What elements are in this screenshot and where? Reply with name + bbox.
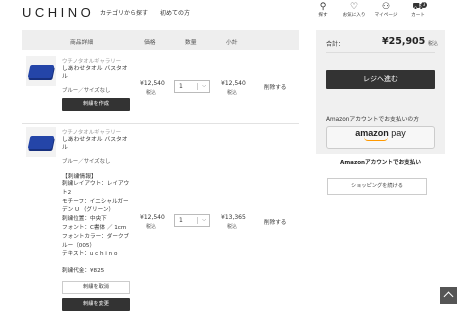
checkout-button[interactable]: レジへ進む: [326, 70, 435, 89]
item-brand[interactable]: ウチノタオルギャラリー: [62, 57, 121, 65]
item-price-tax: 税込: [146, 90, 157, 96]
nav-category[interactable]: カテゴリから探す: [100, 8, 148, 17]
cart-icon: ⛟: [412, 2, 424, 12]
create-embroidery-button[interactable]: 刺繍を作成: [62, 98, 130, 111]
amazon-pay-logo: amazon pay: [355, 128, 406, 138]
cancel-embroidery-button[interactable]: 刺繍を取消: [62, 281, 130, 294]
row-divider: [22, 123, 299, 124]
item-subtotal-tax: 税込: [227, 224, 238, 230]
summary-divider: [326, 52, 435, 53]
item-price: ¥12,540: [140, 214, 165, 221]
amazon-pay-subtext: Amazonアカウントでお支払い: [340, 160, 421, 166]
product-thumbnail[interactable]: [26, 56, 56, 86]
item-subtotal: ¥12,540: [221, 80, 246, 87]
col-price: 価格: [144, 40, 156, 46]
towel-image: [27, 136, 55, 149]
back-to-top-button[interactable]: [440, 287, 457, 304]
site-header: UCHINO カテゴリから探す 初めての方 ⚲ 探す ♡ お気に入り ⚇ マイペ…: [0, 0, 460, 25]
embroidery-fee: 刺繍代金：¥825: [62, 268, 105, 274]
amazon-pay-caption: Amazonアカウントでお支払いの方: [326, 117, 419, 123]
nav-first-time[interactable]: 初めての方: [160, 8, 190, 17]
embroidery-info-heading: 【刺繍情報】: [62, 174, 97, 180]
item-price-tax: 税込: [146, 224, 157, 230]
item-subtotal-tax: 税込: [227, 90, 238, 96]
col-qty: 数量: [185, 40, 197, 46]
quantity-select[interactable]: 1 ⌵: [174, 214, 210, 227]
col-subtotal: 小計: [226, 40, 238, 46]
change-embroidery-button[interactable]: 刺繍を変更: [62, 298, 130, 311]
total-amount: ¥25,905: [382, 36, 426, 47]
product-thumbnail[interactable]: [26, 127, 56, 157]
chevron-down-icon: ⌵: [202, 83, 206, 89]
header-cart[interactable]: ⛟ カート 3: [400, 2, 436, 19]
item-variant: ブルー／サイズなし: [62, 88, 111, 94]
total-label: 合計：: [326, 41, 345, 48]
item-name[interactable]: しあわせタオル バスタオル: [62, 65, 128, 81]
user-icon: ⚇: [381, 2, 391, 12]
chevron-down-icon: ⌵: [202, 217, 206, 223]
heart-icon: ♡: [349, 2, 359, 12]
delete-item-link[interactable]: 削除する: [264, 83, 286, 91]
delete-item-link[interactable]: 削除する: [264, 218, 286, 226]
amazon-pay-button[interactable]: amazon pay: [326, 126, 435, 149]
embroidery-details: 刺繍レイアウト：レイアウ ト2 モチーフ：イニシャルガー デン U （グリーン）…: [62, 181, 130, 258]
total-tax: 税込: [428, 41, 439, 47]
col-product: 商品詳細: [70, 40, 94, 46]
quantity-select[interactable]: 1 ⌵: [174, 80, 210, 93]
continue-shopping-button[interactable]: ショッピングを続ける: [327, 178, 427, 195]
header-mypage[interactable]: ⚇ マイページ: [368, 2, 404, 19]
towel-image: [27, 65, 55, 78]
chevron-up-icon: [443, 291, 454, 302]
cart-table-header: 商品詳細 価格 数量 小計: [22, 30, 299, 50]
item-variant: ブルー／サイズなし: [62, 159, 111, 165]
header-favorites[interactable]: ♡ お気に入り: [336, 2, 372, 19]
cart-count-badge: 3: [421, 2, 427, 8]
item-name[interactable]: しあわせタオル バスタオル: [62, 136, 128, 152]
order-summary: 合計： ¥25,905 税込 レジへ進む Amazonアカウントでお支払いの方 …: [316, 30, 445, 166]
site-logo[interactable]: UCHINO: [22, 5, 94, 20]
item-price: ¥12,540: [140, 80, 165, 87]
item-subtotal: ¥13,365: [221, 214, 246, 221]
item-brand[interactable]: ウチノタオルギャラリー: [62, 128, 121, 136]
